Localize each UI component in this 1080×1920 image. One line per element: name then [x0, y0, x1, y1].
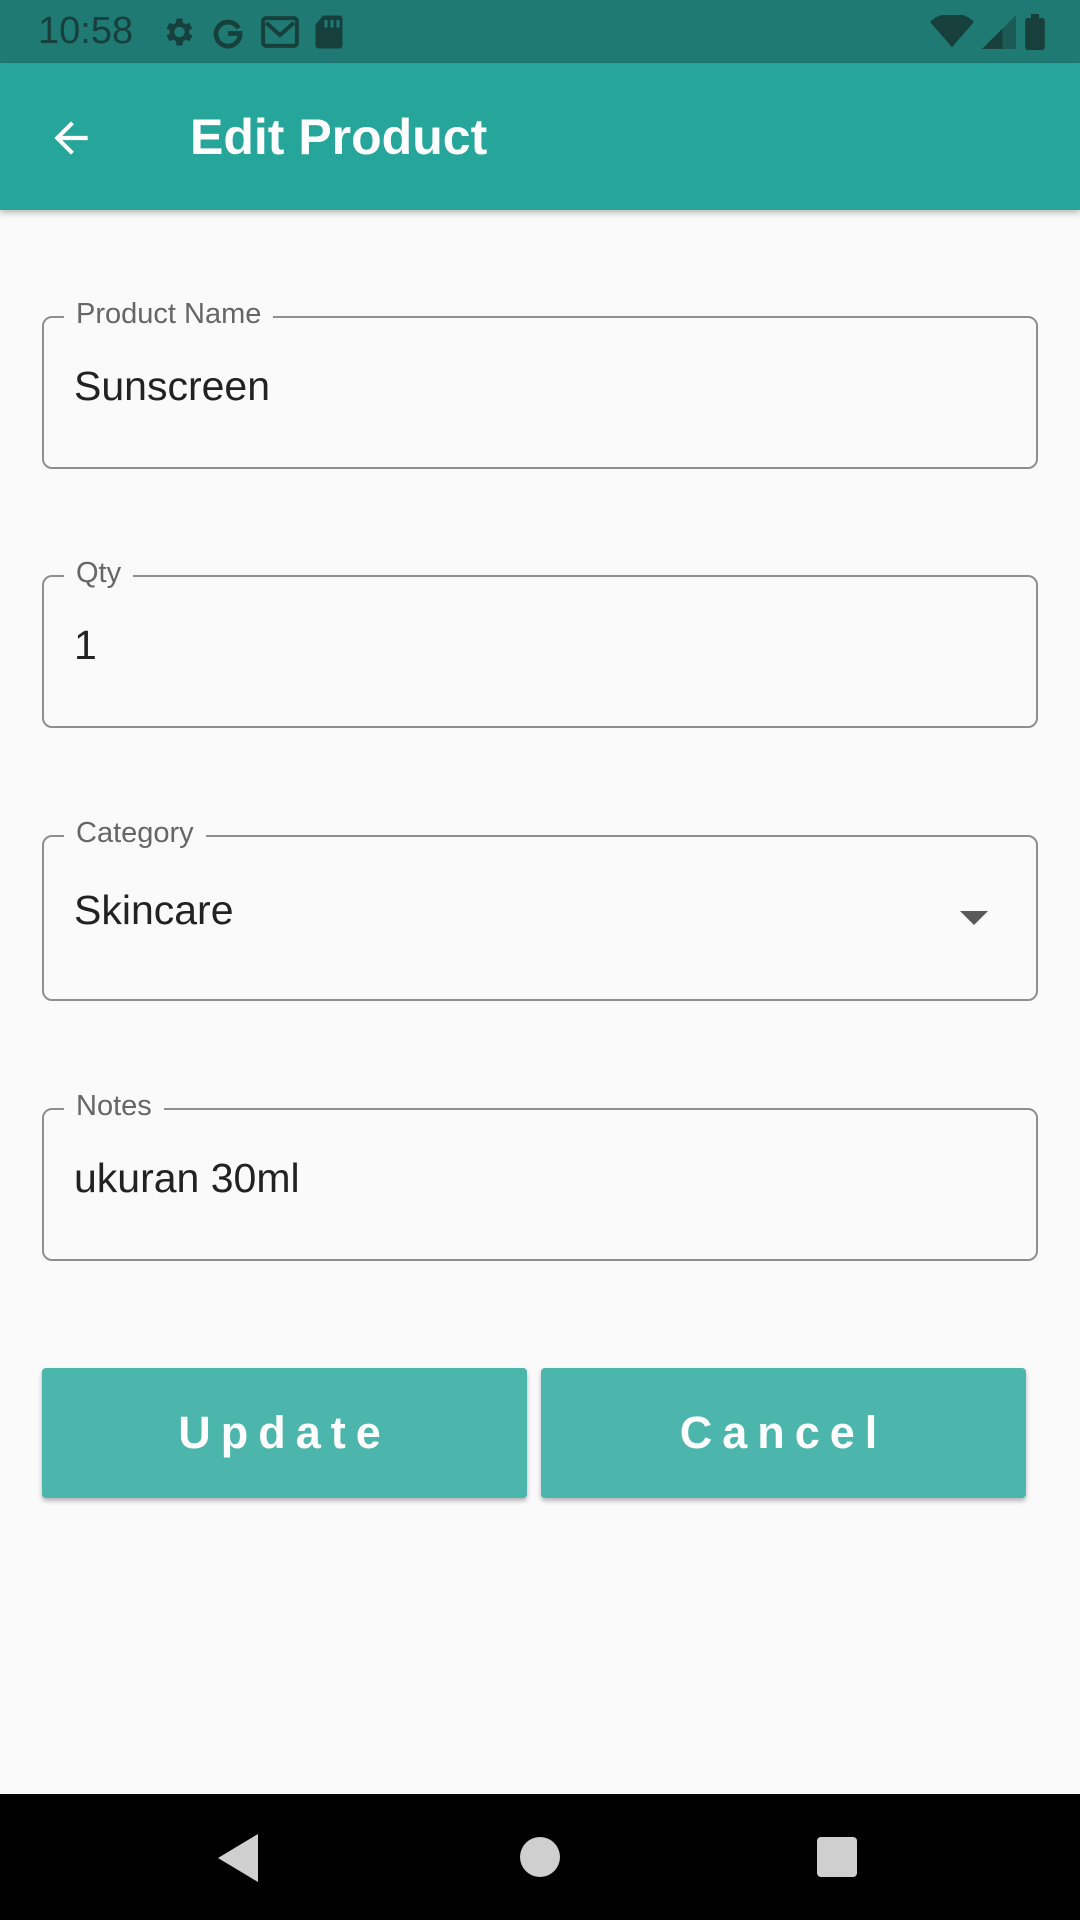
nav-back-icon[interactable]: [218, 1834, 258, 1882]
category-label: Category: [64, 815, 206, 851]
status-icons-right: [930, 12, 1046, 52]
update-button[interactable]: Update: [42, 1368, 527, 1498]
sd-card-icon: [315, 15, 343, 49]
status-time: 10:58: [38, 10, 134, 52]
notes-label: Notes: [64, 1088, 164, 1124]
google-icon: [213, 19, 243, 49]
qty-field[interactable]: Qty 1: [42, 555, 1038, 728]
wifi-icon: [930, 15, 974, 48]
product-name-label: Product Name: [64, 296, 274, 332]
signal-icon: [982, 15, 1016, 49]
cancel-button[interactable]: Cancel: [541, 1368, 1026, 1498]
app-bar: Edit Product: [0, 63, 1080, 210]
notes-value[interactable]: ukuran 30ml: [74, 1155, 300, 1202]
category-dropdown[interactable]: Category Skincare: [42, 815, 1038, 1001]
settings-icon: [166, 18, 193, 46]
dropdown-arrow-icon[interactable]: [960, 911, 988, 925]
gmail-icon: [261, 16, 299, 48]
qty-value[interactable]: 1: [74, 622, 97, 669]
notes-field[interactable]: Notes ukuran 30ml: [42, 1088, 1038, 1261]
status-icons-left: [160, 12, 344, 52]
battery-icon: [1025, 14, 1045, 50]
qty-label: Qty: [64, 555, 134, 591]
navigation-bar: [0, 1794, 1080, 1920]
arrow-back-icon: [54, 121, 88, 155]
category-value: Skincare: [74, 887, 234, 933]
nav-home-icon[interactable]: [520, 1837, 560, 1877]
nav-recents-icon[interactable]: [817, 1837, 857, 1877]
status-bar: 10:58: [0, 0, 1080, 63]
page-title: Edit Product: [190, 109, 488, 165]
product-name-value[interactable]: Sunscreen: [74, 363, 270, 410]
back-button[interactable]: [36, 103, 106, 173]
product-name-field[interactable]: Product Name Sunscreen: [42, 296, 1038, 469]
